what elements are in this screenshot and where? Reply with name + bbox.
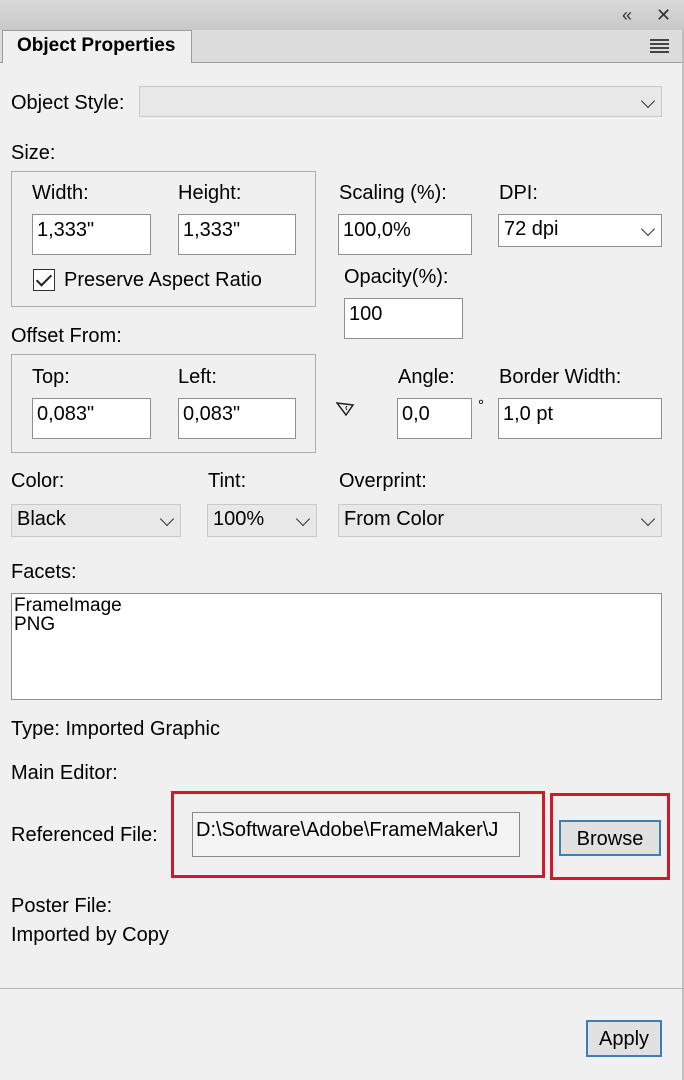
border-width-field[interactable]: 1,0 pt (498, 398, 662, 439)
top-offset-field[interactable]: 0,083" (32, 398, 151, 439)
panel-menu-icon[interactable] (650, 39, 669, 53)
browse-button[interactable]: Browse (559, 820, 661, 856)
opacity-value: 100 (349, 303, 383, 325)
tint-value: 100% (213, 508, 265, 530)
angle-label: Angle: (398, 366, 455, 388)
checkmark-icon (35, 270, 53, 287)
tab-title: Object Properties (17, 35, 176, 56)
angle-field[interactable]: 0,0 (397, 398, 472, 439)
dpi-value: 72 dpi (504, 218, 559, 240)
object-style-select[interactable] (139, 86, 662, 117)
preserve-aspect-ratio-label: Preserve Aspect Ratio (64, 269, 262, 291)
border-width-value: 1,0 pt (503, 403, 554, 425)
preserve-aspect-ratio-checkbox[interactable] (33, 269, 55, 291)
overprint-select[interactable]: From Color (338, 504, 662, 537)
type-text: Type: Imported Graphic (11, 718, 220, 740)
overprint-value: From Color (344, 508, 445, 530)
scaling-value: 100,0% (343, 219, 411, 241)
facets-label: Facets: (11, 561, 77, 583)
left-label: Left: (178, 366, 217, 388)
close-icon[interactable]: ✕ (656, 6, 671, 24)
color-label: Color: (11, 470, 65, 492)
height-field[interactable]: 1,333" (178, 214, 296, 255)
scaling-label: Scaling (%): (339, 182, 447, 204)
referenced-file-value: D:\Software\Adobe\FrameMaker\J (196, 819, 499, 841)
height-value: 1,333" (183, 219, 241, 241)
footer-divider (0, 988, 684, 989)
collapse-panel-icon[interactable]: « (622, 6, 632, 24)
panel-title-bar (0, 0, 684, 31)
dpi-label: DPI: (499, 182, 538, 204)
object-style-label: Object Style: (11, 92, 125, 114)
facets-list[interactable]: FrameImage PNG (11, 593, 662, 700)
chevron-down-icon (640, 511, 656, 527)
main-editor-label: Main Editor: (11, 762, 118, 784)
apply-label: Apply (598, 1028, 650, 1050)
angle-icon (336, 402, 355, 417)
chevron-down-icon (640, 93, 656, 109)
top-label: Top: (32, 366, 70, 388)
top-offset-value: 0,083" (37, 403, 95, 425)
overprint-label: Overprint: (339, 470, 427, 492)
offset-from-label: Offset From: (11, 325, 122, 347)
apply-button[interactable]: Apply (586, 1020, 662, 1057)
left-offset-value: 0,083" (183, 403, 241, 425)
imported-by-text: Imported by Copy (11, 924, 169, 946)
angle-value: 0,0 (402, 403, 430, 425)
list-item[interactable]: FrameImage (14, 596, 659, 615)
border-width-label: Border Width: (499, 366, 622, 388)
left-offset-field[interactable]: 0,083" (178, 398, 296, 439)
color-value: Black (17, 508, 66, 530)
tint-select[interactable]: 100% (207, 504, 317, 537)
color-select[interactable]: Black (11, 504, 181, 537)
browse-label: Browse (576, 828, 644, 850)
tint-label: Tint: (208, 470, 247, 492)
chevron-down-icon (159, 511, 175, 527)
width-field[interactable]: 1,333" (32, 214, 151, 255)
degree-symbol: ° (478, 397, 484, 414)
width-value: 1,333" (37, 219, 95, 241)
size-label: Size: (11, 142, 56, 164)
referenced-file-field[interactable]: D:\Software\Adobe\FrameMaker\J (192, 812, 520, 857)
width-label: Width: (32, 182, 89, 204)
chevron-down-icon (640, 221, 656, 237)
dpi-select[interactable]: 72 dpi (498, 214, 662, 247)
opacity-label: Opacity(%): (344, 266, 449, 288)
scaling-field[interactable]: 100,0% (338, 214, 472, 255)
chevron-down-icon (295, 511, 311, 527)
tab-object-properties[interactable]: Object Properties (2, 30, 192, 63)
referenced-file-label: Referenced File: (11, 824, 158, 846)
list-item[interactable]: PNG (14, 615, 659, 634)
opacity-field[interactable]: 100 (344, 298, 463, 339)
height-label: Height: (178, 182, 242, 204)
poster-file-label: Poster File: (11, 895, 113, 917)
